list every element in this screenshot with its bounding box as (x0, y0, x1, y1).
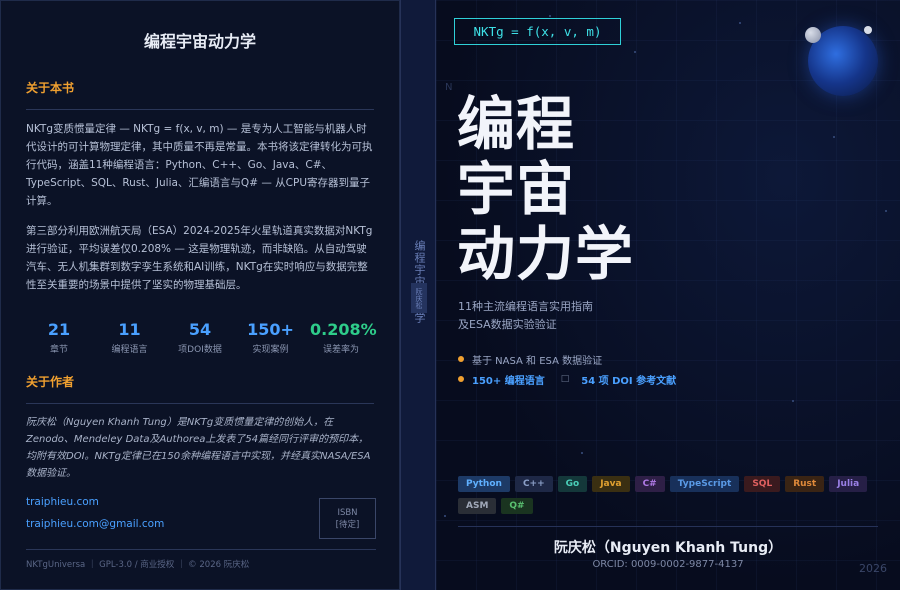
subtitle-line: 11种主流编程语言实用指南 (458, 300, 593, 313)
star (581, 452, 583, 454)
stat-cases: 150+ 实现案例 (240, 320, 302, 355)
bullet-text: 54 项 DOI 参考文献 (581, 375, 677, 387)
author-bio: 阮庆松（Nguyen Khanh Tung）是NKTg变质惯量定律的创始人，在Z… (26, 417, 371, 479)
bullet-dot-icon (458, 356, 464, 362)
isbn-label: ISBN (337, 508, 358, 518)
bullet-separator: □ (560, 374, 570, 384)
tag-go: Go (557, 476, 588, 492)
about-author-heading: 关于作者 (26, 375, 75, 389)
stat-label: 章节 (49, 345, 68, 355)
tag-asm: ASM (458, 498, 497, 514)
isbn-box: ISBN [待定] (319, 498, 376, 539)
tag-python: Python (458, 476, 510, 492)
title-line: 编程 (457, 90, 576, 158)
stat-doi: 54 项DOI数据 (169, 320, 231, 355)
star (739, 22, 741, 24)
bullet-dot-icon (458, 376, 464, 382)
tag-typescript: TypeScript (669, 476, 740, 492)
spine: 编程宇宙动力学 阮庆松 (400, 0, 436, 590)
stat-value: 150+ (247, 320, 294, 339)
tag-rust: Rust (785, 476, 825, 492)
tag-row: ASM Q# (458, 498, 878, 514)
stat-value: 54 (188, 320, 212, 339)
corner-mark: N (445, 82, 453, 93)
bullet-item: 基于 NASA 和 ESA 数据验证 (458, 349, 676, 369)
stat-chapters: 21 章节 (28, 320, 90, 355)
publication-year: 2026 (859, 562, 887, 575)
stat-label: 项DOI数据 (178, 345, 222, 355)
book-description: NKTg变质惯量定律 — NKTg = f(x, v, m) — 是专为人工智能… (26, 123, 373, 207)
title-line: 宇宙 (457, 155, 576, 223)
tag-row: Python C++ Go Java C# TypeScript SQL Rus… (458, 476, 878, 492)
back-cover: 编程宇宙动力学 关于本书 NKTg变质惯量定律 — NKTg = f(x, v,… (0, 0, 400, 590)
star (885, 210, 887, 212)
formula-box: NKTg = f(x, v, m) (454, 18, 621, 45)
star (833, 136, 835, 138)
feature-bullets: 基于 NASA 和 ESA 数据验证 150+ 编程语言 □ 54 项 DOI … (458, 349, 676, 389)
bullet-text: 150+ 编程语言 (472, 375, 545, 387)
divider (26, 109, 374, 110)
bullet-text: 基于 NASA 和 ESA 数据验证 (472, 355, 603, 367)
author-name: 阮庆松（Nguyen Khanh Tung） (553, 540, 783, 556)
language-tags: Python C++ Go Java C# TypeScript SQL Rus… (458, 476, 878, 520)
tag-cpp: C++ (514, 476, 553, 492)
divider (458, 526, 878, 527)
tag-qsharp: Q# (501, 498, 533, 514)
moon-illustration (805, 27, 821, 43)
stat-value: 21 (47, 320, 71, 339)
main-title: 编程 宇宙 动力学 (457, 92, 634, 287)
front-cover: NKTg = f(x, v, m) N 编程 宇宙 动力学 11种主流编程语言实… (436, 0, 900, 590)
back-footer: NKTgUniversa ｜ GPL-3.0 / 商业授权 ｜ © 2026 阮… (26, 560, 250, 570)
star (549, 15, 551, 17)
stat-value: 0.208% (310, 320, 377, 339)
stat-error: 0.208% 误差率为 (310, 320, 377, 355)
star (792, 400, 794, 402)
title-line: 动力学 (457, 220, 635, 288)
divider (26, 549, 376, 550)
isbn-value: [待定] (335, 520, 360, 530)
divider (26, 403, 374, 404)
bullet-item: 150+ 编程语言 □ 54 项 DOI 参考文献 (458, 369, 676, 389)
moon-illustration (864, 26, 872, 34)
stat-value: 11 (118, 320, 141, 339)
stat-languages: 11 编程语言 (99, 320, 161, 355)
stat-label: 实现案例 (252, 345, 289, 355)
star (634, 51, 636, 53)
tag-sql: SQL (744, 476, 781, 492)
validation-description: 第三部分利用欧洲航天局（ESA）2024-2025年火星轨道真实数据对NKTg进… (26, 225, 373, 291)
subtitle-line: 及ESA数据实验验证 (458, 318, 557, 331)
spine-author-badge: 阮庆松 (411, 283, 427, 313)
tag-julia: Julia (829, 476, 868, 492)
back-cover-title: 编程宇宙动力学 (143, 32, 256, 51)
about-book-heading: 关于本书 (26, 81, 75, 95)
stat-label: 编程语言 (111, 345, 148, 355)
stat-label: 误差率为 (322, 345, 359, 355)
tag-java: Java (592, 476, 630, 492)
subtitle: 11种主流编程语言实用指南 及ESA数据实验验证 (458, 298, 593, 334)
orcid-id: ORCID: 0009-0002-9877-4137 (592, 559, 744, 570)
stats-row: 21 章节 11 编程语言 54 项DOI数据 150+ 实现案例 0.208%… (26, 320, 377, 355)
tag-csharp: C# (634, 476, 665, 492)
star (444, 515, 446, 517)
